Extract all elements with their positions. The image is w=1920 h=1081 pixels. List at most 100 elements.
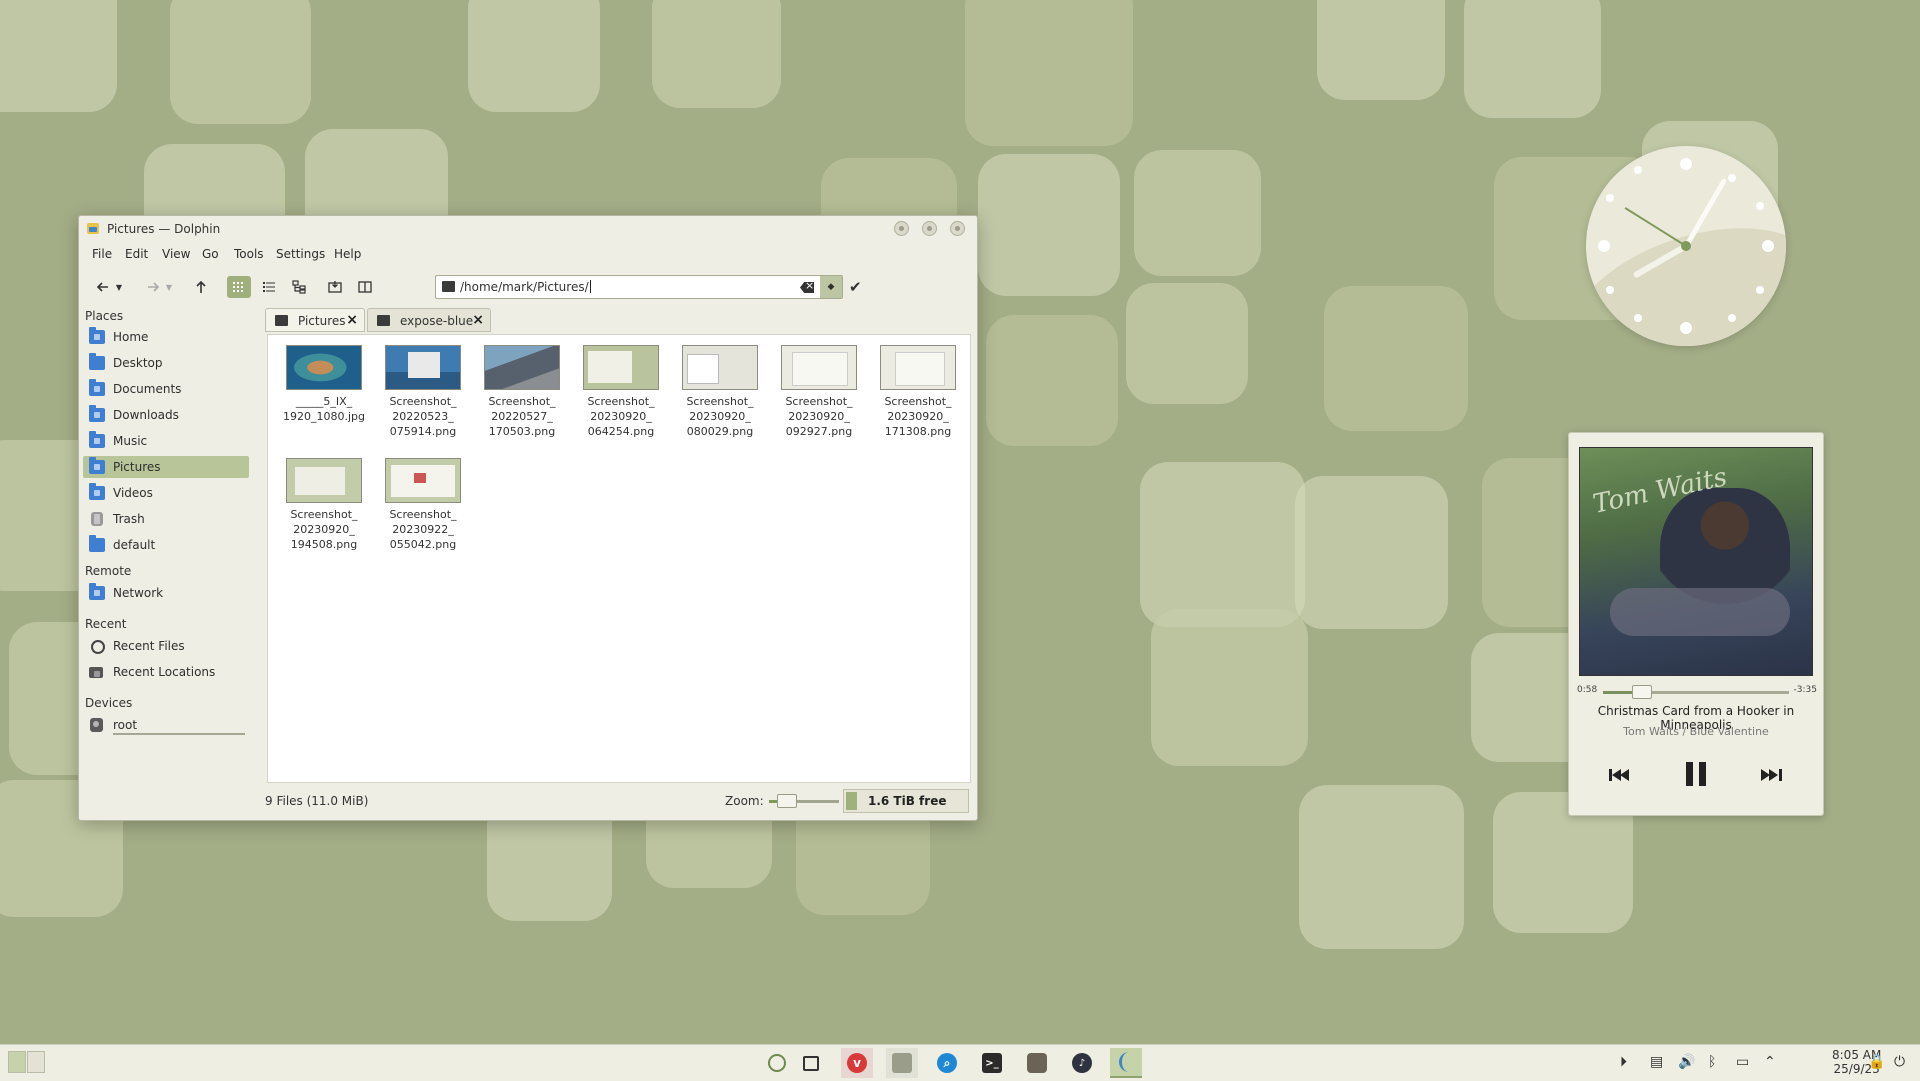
clear-location-icon[interactable] — [800, 282, 814, 293]
sidebar-item-pictures[interactable]: Pictures — [83, 456, 249, 478]
image-thumbnail — [781, 345, 857, 390]
track-position-slider[interactable] — [1603, 685, 1789, 699]
tab-pictures[interactable]: Pictures × — [265, 308, 365, 332]
media-control-tray-icon[interactable]: ⏵ — [1620, 1054, 1627, 1070]
window-titlebar[interactable]: Pictures — Dolphin — [79, 216, 977, 242]
desktop-folder-icon — [89, 353, 105, 370]
task-media[interactable]: ♪ — [1066, 1048, 1098, 1078]
task-terminal[interactable]: >_ — [976, 1048, 1008, 1078]
menu-edit[interactable]: Edit — [125, 247, 148, 261]
next-track-button[interactable] — [1761, 767, 1783, 786]
previous-track-button[interactable] — [1609, 767, 1631, 786]
task-window[interactable] — [795, 1048, 827, 1078]
file-item[interactable]: _____5_IX_ 1920_1080.jpg — [276, 345, 372, 424]
split-view-button[interactable] — [353, 276, 377, 298]
slider-handle[interactable] — [1632, 685, 1653, 699]
task-gimp[interactable] — [1021, 1048, 1053, 1078]
sidebar-item-root[interactable]: root — [83, 714, 249, 736]
free-space-text: 1.6 TiB free — [868, 794, 947, 808]
vivaldi-icon: v — [847, 1053, 867, 1073]
forward-history-dropdown[interactable]: ▼ — [162, 276, 176, 298]
recent-heading: Recent — [85, 617, 127, 631]
volume-tray-icon[interactable]: 🔊 — [1678, 1054, 1695, 1070]
desktop-1[interactable] — [8, 1051, 26, 1073]
menu-view[interactable]: View — [162, 247, 190, 261]
menu-help[interactable]: Help — [334, 247, 361, 261]
zoom-slider[interactable] — [769, 794, 839, 808]
arrow-right-icon — [148, 282, 160, 292]
second-hand — [1624, 206, 1687, 247]
location-bar[interactable]: /home/mark/Pictures/ ◆ — [435, 275, 843, 299]
file-item[interactable]: Screenshot_ 20230922_ 055042.png — [375, 458, 471, 552]
task-archive[interactable] — [886, 1048, 918, 1078]
task-search[interactable]: ⌕ — [931, 1048, 963, 1078]
file-item[interactable]: Screenshot_ 20220527_ 170503.png — [474, 345, 570, 439]
display-tray-icon[interactable]: ▭ — [1736, 1054, 1749, 1070]
compact-view-button[interactable] — [257, 276, 281, 298]
tab-expose-blue[interactable]: expose-blue × — [367, 308, 491, 332]
wallpaper-shape — [0, 0, 117, 112]
file-item[interactable]: Screenshot_ 20230920_ 171308.png — [870, 345, 966, 439]
album-cover: Tom Waits — [1579, 447, 1813, 676]
up-button[interactable] — [189, 276, 213, 298]
sidebar-item-videos[interactable]: Videos — [83, 482, 249, 504]
close-tab-icon[interactable]: × — [346, 312, 358, 328]
virtual-desktop-pager[interactable] — [8, 1051, 46, 1075]
sidebar-item-home[interactable]: Home — [83, 326, 249, 348]
expand-tray-icon[interactable]: ⌃ — [1764, 1054, 1776, 1070]
image-thumbnail — [385, 345, 461, 390]
sidebar-item-desktop[interactable]: Desktop — [83, 352, 249, 374]
task-vivaldi[interactable]: v — [841, 1048, 873, 1078]
sidebar-item-recent-locations[interactable]: Recent Locations — [83, 661, 249, 683]
location-history-dropdown[interactable]: ◆ — [820, 276, 842, 298]
sidebar-item-downloads[interactable]: Downloads — [83, 404, 249, 426]
menu-settings[interactable]: Settings — [276, 247, 325, 261]
menu-tools[interactable]: Tools — [234, 247, 264, 261]
close-tab-icon[interactable]: × — [472, 312, 484, 328]
file-item[interactable]: Screenshot_ 20230920_ 080029.png — [672, 345, 768, 439]
image-thumbnail — [583, 345, 659, 390]
wallpaper-shape — [1140, 461, 1306, 627]
file-item[interactable]: Screenshot_ 20230920_ 064254.png — [573, 345, 669, 439]
free-space-indicator[interactable]: 1.6 TiB free — [843, 789, 969, 813]
power-icon[interactable]: ⏻ — [1894, 1054, 1905, 1070]
confirm-location-icon[interactable]: ✔ — [849, 278, 862, 296]
pause-button[interactable] — [1683, 761, 1709, 790]
close-button[interactable] — [950, 221, 965, 236]
clipboard-tray-icon[interactable]: ▤ — [1650, 1054, 1663, 1070]
sidebar-item-trash[interactable]: Trash — [83, 508, 249, 530]
wallpaper-shape — [1294, 475, 1448, 630]
archive-icon — [892, 1053, 912, 1073]
bluetooth-tray-icon[interactable]: ᛒ — [1708, 1054, 1716, 1070]
image-thumbnail — [484, 345, 560, 390]
wallpaper-shape — [1151, 609, 1309, 767]
image-thumbnail — [286, 345, 362, 390]
artist-album: Tom Waits / Blue Valentine — [1623, 725, 1769, 738]
location-path[interactable]: /home/mark/Pictures/ — [460, 280, 589, 294]
sidebar-item-documents[interactable]: Documents — [83, 378, 249, 400]
grid-icon — [233, 282, 243, 292]
back-history-dropdown[interactable]: ▼ — [112, 276, 126, 298]
icons-view-button[interactable] — [227, 276, 251, 298]
preview-button[interactable] — [323, 276, 347, 298]
sidebar-item-network[interactable]: Network — [83, 582, 249, 604]
maximize-button[interactable] — [922, 221, 937, 236]
file-item[interactable]: Screenshot_ 20230920_ 092927.png — [771, 345, 867, 439]
menu-file[interactable]: File — [92, 247, 112, 261]
window-title: Pictures — Dolphin — [107, 222, 221, 236]
task-compass[interactable] — [761, 1048, 793, 1078]
file-view[interactable]: _____5_IX_ 1920_1080.jpg Screenshot_ 202… — [267, 334, 971, 783]
zoom-slider-handle[interactable] — [776, 794, 797, 808]
devices-heading: Devices — [85, 696, 133, 710]
details-view-button[interactable] — [287, 276, 311, 298]
minimize-button[interactable] — [894, 221, 909, 236]
sidebar-item-default[interactable]: default — [83, 534, 249, 556]
file-item[interactable]: Screenshot_ 20220523_ 075914.png — [375, 345, 471, 439]
task-dolphin[interactable] — [1110, 1048, 1142, 1078]
lock-icon[interactable]: 🔒 — [1868, 1054, 1885, 1070]
desktop-2[interactable] — [27, 1051, 45, 1073]
menu-go[interactable]: Go — [202, 247, 219, 261]
file-item[interactable]: Screenshot_ 20230920_ 194508.png — [276, 458, 372, 552]
sidebar-item-music[interactable]: Music — [83, 430, 249, 452]
sidebar-item-recent-files[interactable]: Recent Files — [83, 635, 249, 657]
